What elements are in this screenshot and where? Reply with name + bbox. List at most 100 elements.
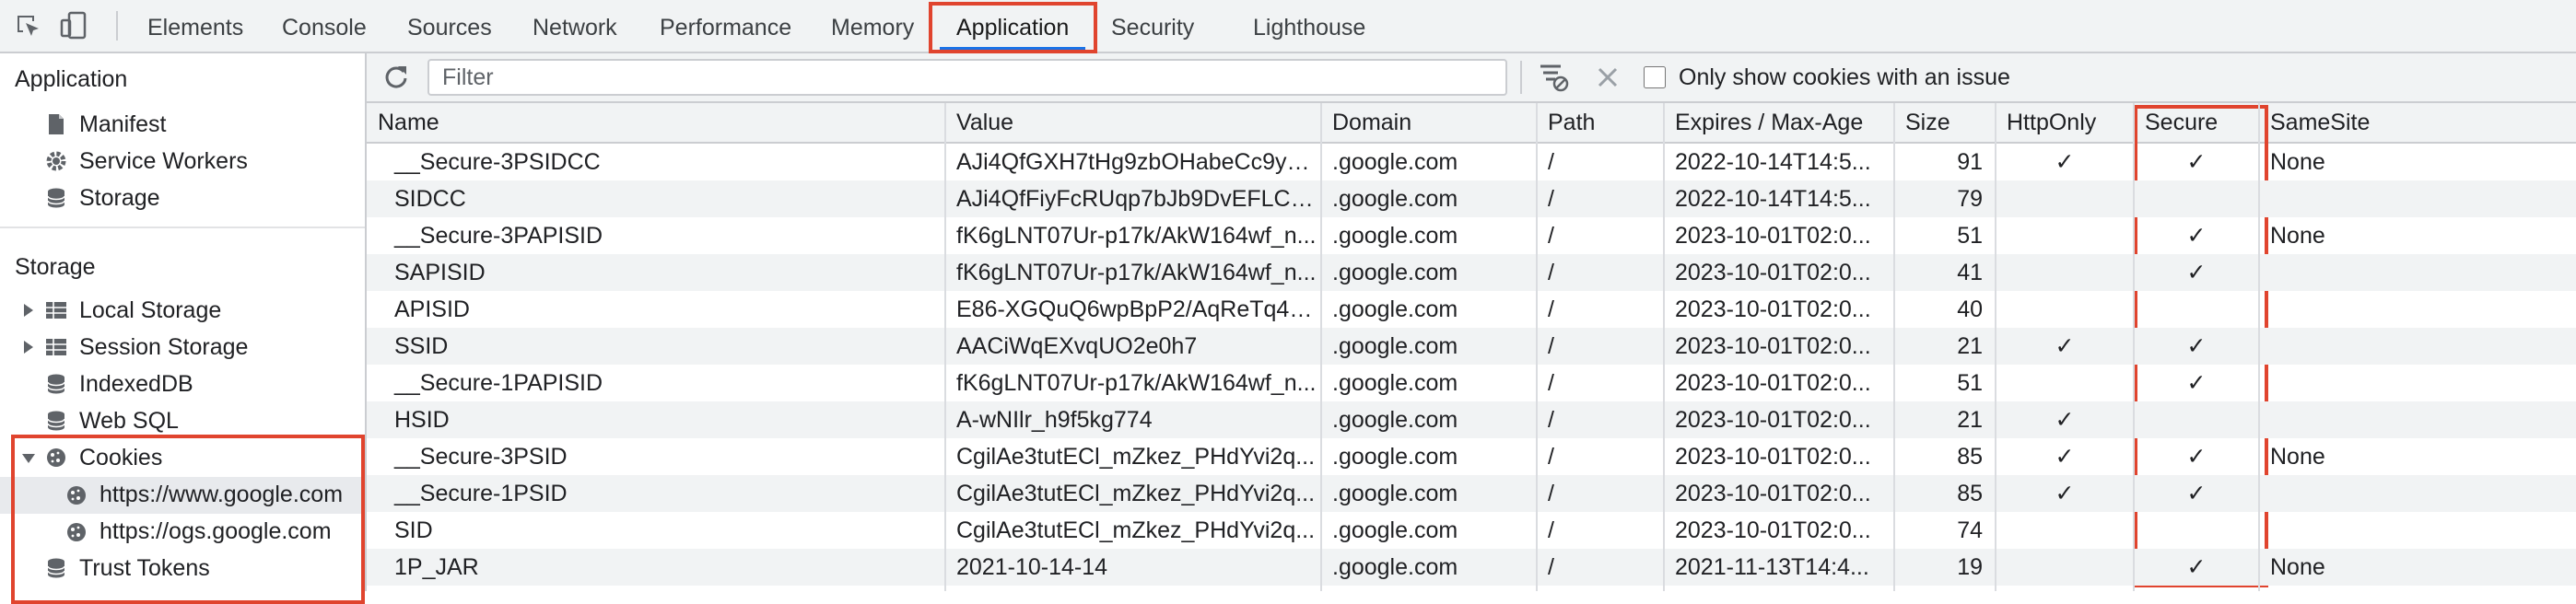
expand-arrow-icon[interactable] bbox=[24, 341, 33, 354]
sidebar-item-manifest[interactable]: Manifest bbox=[79, 107, 166, 142]
column-divider[interactable] bbox=[944, 103, 946, 591]
tab-application[interactable]: Application bbox=[940, 0, 1086, 52]
cell-domain: .google.com bbox=[1332, 370, 1458, 396]
column-header-samesite[interactable]: SameSite bbox=[2259, 103, 2576, 142]
cell-expires: 2023-10-01T02:0... bbox=[1675, 444, 1871, 470]
column-header-secure[interactable]: Secure bbox=[2134, 103, 2259, 142]
column-divider[interactable] bbox=[2133, 103, 2135, 591]
tab-performance[interactable]: Performance bbox=[660, 0, 791, 52]
cell-value: CgilAe3tutECl_mZkez_PHdYvi2q... bbox=[956, 444, 1316, 470]
cell-httponly bbox=[1996, 365, 2134, 401]
cell-secure: ✓ bbox=[2186, 223, 2207, 249]
sidebar-item-cookies[interactable]: Cookies bbox=[79, 440, 162, 475]
filter-input[interactable] bbox=[427, 59, 1507, 96]
cell-path: / bbox=[1548, 260, 1554, 285]
sidebar-item-indexeddb[interactable]: IndexedDB bbox=[79, 366, 193, 401]
cell-expires: 2023-10-01T02:0... bbox=[1675, 223, 1871, 249]
column-divider[interactable] bbox=[1995, 103, 1996, 591]
tab-elements[interactable]: Elements bbox=[147, 0, 243, 52]
column-header-value[interactable]: Value bbox=[945, 103, 1321, 142]
only-issues-checkbox[interactable] bbox=[1644, 66, 1666, 88]
sidebar-item-session-storage[interactable]: Session Storage bbox=[79, 330, 248, 365]
cell-value: E86-XGQuQ6wpBpP2/AqReTq45... bbox=[956, 296, 1321, 322]
cell-size: 40 bbox=[1957, 296, 1983, 322]
column-header-expires[interactable]: Expires / Max-Age bbox=[1664, 103, 1894, 142]
column-header-httponly[interactable]: HttpOnly bbox=[1996, 103, 2134, 142]
cell-expires: 2023-10-01T02:0... bbox=[1675, 407, 1871, 433]
cell-httponly: ✓ bbox=[2055, 481, 2075, 506]
inspect-element-icon[interactable] bbox=[15, 13, 42, 41]
cell-secure bbox=[2134, 401, 2259, 438]
cell-name: __Secure-1PAPISID bbox=[394, 370, 603, 396]
column-divider[interactable] bbox=[1893, 103, 1895, 591]
cell-domain: .google.com bbox=[1332, 260, 1458, 285]
cookie-origin-item[interactable]: https://ogs.google.com bbox=[100, 514, 332, 549]
cell-secure: ✓ bbox=[2186, 481, 2207, 506]
cell-path: / bbox=[1548, 481, 1554, 506]
cell-value: A-wNIlr_h9f5kg774 bbox=[956, 407, 1153, 433]
cell-httponly: ✓ bbox=[2055, 407, 2075, 433]
table-icon bbox=[46, 339, 66, 355]
cell-expires: 2022-10-14T14:5... bbox=[1675, 149, 1871, 175]
cell-size: 19 bbox=[1957, 554, 1983, 580]
expand-arrow-icon[interactable] bbox=[24, 304, 33, 317]
cell-name: __Secure-3PSID bbox=[394, 444, 568, 470]
sidebar-item-storage[interactable]: Storage bbox=[79, 180, 160, 215]
cell-path: / bbox=[1548, 296, 1554, 322]
column-divider[interactable] bbox=[2258, 103, 2260, 591]
column-divider[interactable] bbox=[1663, 103, 1665, 591]
cell-samesite bbox=[2259, 401, 2576, 438]
tab-label: Security bbox=[1111, 15, 1195, 41]
column-divider[interactable] bbox=[1536, 103, 1538, 591]
cell-samesite bbox=[2259, 291, 2576, 328]
cell-expires: 2023-10-01T02:0... bbox=[1675, 333, 1871, 359]
cell-size: 91 bbox=[1957, 149, 1983, 175]
device-toolbar-icon[interactable] bbox=[59, 11, 88, 41]
cell-path: / bbox=[1548, 444, 1554, 470]
cell-domain: .google.com bbox=[1332, 333, 1458, 359]
sidebar-item-service-workers[interactable]: Service Workers bbox=[79, 144, 248, 179]
cell-value: CgilAe3tutECl_mZkez_PHdYvi2q... bbox=[956, 517, 1316, 543]
cell-name: SSID bbox=[394, 333, 449, 359]
tab-lighthouse[interactable]: Lighthouse bbox=[1253, 0, 1365, 52]
cell-httponly bbox=[1996, 291, 2134, 328]
cell-secure: ✓ bbox=[2186, 554, 2207, 580]
cell-name: HSID bbox=[394, 407, 450, 433]
cell-domain: .google.com bbox=[1332, 481, 1458, 506]
cell-name: 1P_JAR bbox=[394, 554, 479, 580]
cell-secure: ✓ bbox=[2186, 444, 2207, 470]
column-header-size[interactable]: Size bbox=[1894, 103, 1996, 142]
column-header-domain[interactable]: Domain bbox=[1321, 103, 1537, 142]
collapse-arrow-icon[interactable] bbox=[22, 454, 35, 463]
tab-label: Lighthouse bbox=[1253, 15, 1366, 41]
cell-expires: 2023-10-01T02:0... bbox=[1675, 517, 1871, 543]
cookie-icon bbox=[67, 486, 86, 505]
sidebar-item-web-sql[interactable]: Web SQL bbox=[79, 403, 179, 438]
cell-httponly bbox=[1996, 217, 2134, 254]
tab-console[interactable]: Console bbox=[282, 0, 367, 52]
clear-filtered-cookies-icon[interactable] bbox=[1539, 63, 1570, 92]
sidebar-item-trust-tokens[interactable]: Trust Tokens bbox=[79, 551, 210, 586]
cell-expires: 2022-10-14T14:5... bbox=[1675, 186, 1871, 212]
active-tab-indicator bbox=[940, 47, 1086, 50]
cookie-origin-item[interactable]: https://www.google.com bbox=[100, 477, 343, 512]
cell-domain: .google.com bbox=[1332, 517, 1458, 543]
refresh-icon[interactable] bbox=[383, 64, 409, 90]
cell-domain: .google.com bbox=[1332, 554, 1458, 580]
sidebar-item-local-storage[interactable]: Local Storage bbox=[79, 293, 221, 328]
column-header-path[interactable]: Path bbox=[1537, 103, 1664, 142]
cell-expires: 2021-11-13T14:4... bbox=[1675, 554, 1869, 580]
tab-memory[interactable]: Memory bbox=[831, 0, 914, 52]
column-header-name[interactable]: Name bbox=[367, 103, 945, 142]
tab-network[interactable]: Network bbox=[533, 0, 617, 52]
tab-sources[interactable]: Sources bbox=[407, 0, 492, 52]
devtools-tab-bar: Elements Console Sources Network Performance… bbox=[0, 0, 2576, 53]
cell-value: AJi4QfGXH7tHg9zbOHabeCc9yQ... bbox=[956, 149, 1321, 175]
tab-security[interactable]: Security bbox=[1111, 0, 1194, 52]
tab-label: Application bbox=[956, 15, 1070, 41]
column-divider[interactable] bbox=[1320, 103, 1322, 591]
cell-domain: .google.com bbox=[1332, 444, 1458, 470]
delete-selected-icon[interactable] bbox=[1596, 65, 1620, 89]
table-icon bbox=[46, 302, 66, 319]
tab-label: Elements bbox=[147, 15, 244, 41]
